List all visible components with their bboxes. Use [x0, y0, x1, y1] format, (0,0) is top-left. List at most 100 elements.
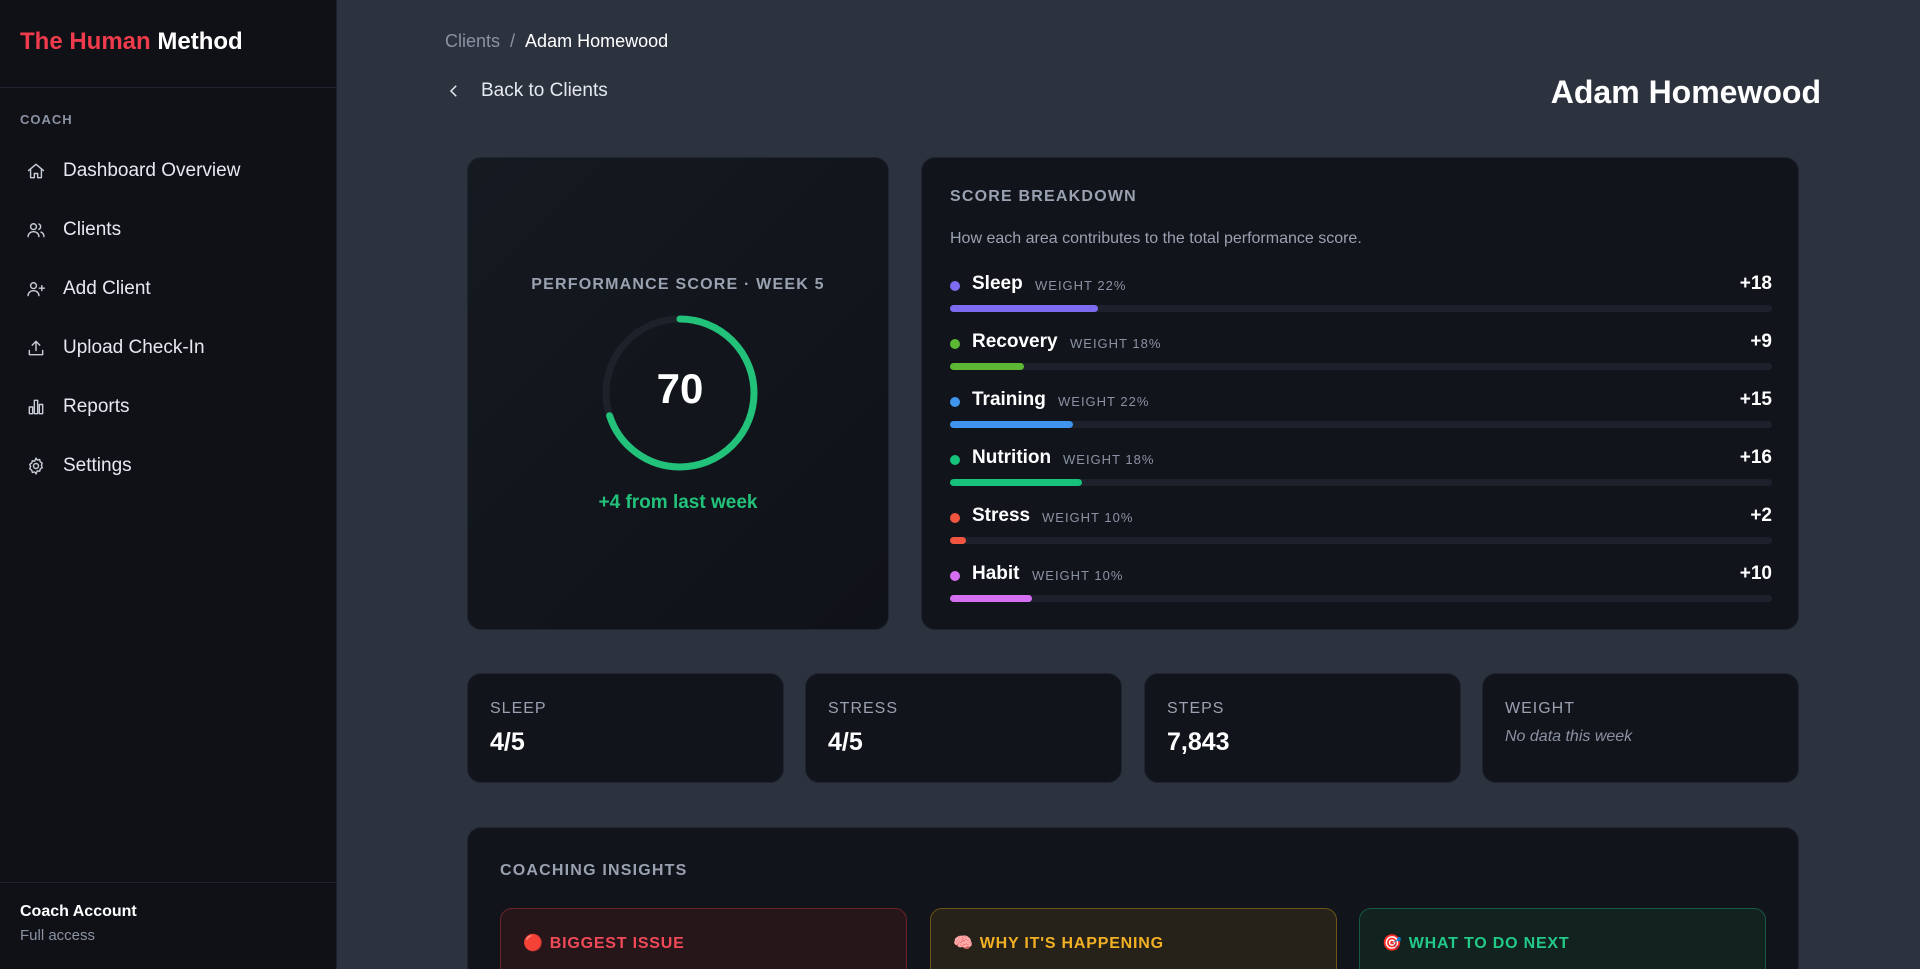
metric-value: 7,843: [1167, 728, 1230, 756]
breakdown-name: Training: [972, 389, 1046, 410]
breakdown-value: +15: [1739, 389, 1772, 410]
progress-track: [950, 363, 1772, 370]
insight-label: BIGGEST ISSUE: [549, 935, 685, 952]
sidebar-item-label: Upload Check-In: [63, 336, 205, 358]
insight-label: WHAT TO DO NEXT: [1408, 935, 1570, 952]
sidebar-item-settings[interactable]: Settings: [0, 436, 336, 495]
gear-icon: [29, 456, 43, 475]
breakdown-row-recovery: Recovery WEIGHT 18% +9: [950, 331, 1772, 389]
metric-label: WEIGHT: [1505, 700, 1575, 717]
brand-name: Method: [157, 28, 243, 55]
breakdown-row-nutrition: Nutrition WEIGHT 18% +16: [950, 447, 1772, 505]
back-to-clients-link[interactable]: Back to Clients: [445, 80, 608, 102]
sidebar-item-clients[interactable]: Clients: [0, 200, 336, 259]
breakdown-subtitle: How each area contributes to the total p…: [950, 230, 1362, 247]
metric-label: STEPS: [1167, 700, 1225, 717]
score-delta: +4 from last week: [598, 492, 758, 513]
back-label: Back to Clients: [481, 80, 608, 101]
sidebar-section-label: COACH: [20, 112, 73, 127]
breakdown-weight: WEIGHT 22%: [1035, 278, 1127, 293]
breakdown-row-training: Training WEIGHT 22% +15: [950, 389, 1772, 447]
insight-what-next[interactable]: 🎯 WHAT TO DO NEXT: [1359, 908, 1766, 969]
breakdown-name: Recovery: [972, 331, 1058, 352]
sidebar-item-label: Add Client: [63, 277, 151, 299]
legend-dot: [950, 455, 960, 465]
account-title: Coach Account: [20, 903, 137, 920]
legend-dot: [950, 339, 960, 349]
breakdown-name: Stress: [972, 505, 1031, 526]
sidebar-item-dashboard-overview[interactable]: Dashboard Overview: [0, 141, 336, 200]
breakdown-title: SCORE BREAKDOWN: [950, 188, 1137, 205]
legend-dot: [950, 513, 960, 523]
score-label: PERFORMANCE SCORE · WEEK 5: [531, 276, 825, 293]
breakdown-row-stress: Stress WEIGHT 10% +2: [950, 505, 1772, 563]
progress-track: [950, 421, 1772, 428]
legend-dot: [950, 571, 960, 581]
upload-icon: [28, 340, 44, 355]
coaching-insights-card: COACHING INSIGHTS 🔴 BIGGEST ISSUE 🧠 WHY IT…: [467, 827, 1799, 969]
bar-chart-icon: [28, 399, 44, 414]
progress-fill: [950, 537, 967, 544]
brand-name-accent: The Human: [20, 28, 151, 55]
progress-track: [950, 479, 1772, 486]
performance-score-card: PERFORMANCE SCORE · WEEK 5 70 +4 from la…: [467, 157, 889, 630]
score-value: 70: [656, 365, 704, 412]
metric-card-sleep: SLEEP 4/5: [467, 673, 784, 783]
insight-why-happening[interactable]: 🧠 WHY IT'S HAPPENING: [930, 908, 1337, 969]
sidebar-item-label: Reports: [63, 395, 130, 417]
sidebar-item-label: Dashboard Overview: [63, 159, 241, 181]
progress-track: [950, 305, 1772, 312]
breakdown-weight: WEIGHT 10%: [1042, 510, 1134, 525]
breadcrumb-current: Adam Homewood: [525, 31, 669, 51]
breakdown-value: +16: [1739, 447, 1772, 468]
insights-title: COACHING INSIGHTS: [500, 862, 688, 879]
breakdown-value: +9: [1750, 331, 1772, 352]
breakdown-name: Nutrition: [972, 447, 1052, 468]
legend-dot: [950, 281, 960, 291]
metric-card-stress: STRESS 4/5: [805, 673, 1122, 783]
breakdown-weight: WEIGHT 18%: [1063, 452, 1155, 467]
breakdown-weight: WEIGHT 18%: [1070, 336, 1162, 351]
progress-track: [950, 537, 1772, 544]
progress-fill: [950, 595, 1033, 602]
brand-logo[interactable]: The Human Method: [0, 0, 336, 88]
breakdown-row-sleep: Sleep WEIGHT 22% +18: [950, 273, 1772, 331]
red-circle-icon: 🔴: [523, 935, 544, 952]
legend-dot: [950, 397, 960, 407]
breadcrumb-separator: /: [510, 31, 516, 51]
insight-biggest-issue[interactable]: 🔴 BIGGEST ISSUE: [500, 908, 907, 969]
sidebar-item-reports[interactable]: Reports: [0, 377, 336, 436]
progress-fill: [950, 363, 1024, 370]
breadcrumb-parent[interactable]: Clients: [445, 31, 500, 51]
metric-label: SLEEP: [490, 700, 547, 717]
sidebar-item-label: Clients: [63, 218, 122, 240]
target-icon: 🎯: [1382, 935, 1403, 952]
chevron-left-icon: [449, 85, 457, 97]
page-title: Adam Homewood: [1550, 74, 1821, 110]
metric-value: 4/5: [490, 728, 525, 756]
home-icon: [27, 163, 45, 178]
account-subtitle: Full access: [20, 927, 96, 944]
breakdown-weight: WEIGHT 10%: [1032, 568, 1124, 583]
metric-label: STRESS: [828, 700, 899, 717]
metric-card-steps: STEPS 7,843: [1144, 673, 1461, 783]
breakdown-name: Habit: [972, 563, 1020, 584]
metric-empty-note: No data this week: [1505, 728, 1633, 745]
users-icon: [27, 222, 45, 237]
progress-fill: [950, 421, 1074, 428]
sidebar-item-upload-check-in[interactable]: Upload Check-In: [0, 318, 336, 377]
breakdown-row-habit: Habit WEIGHT 10% +10: [950, 563, 1772, 621]
sidebar-item-add-client[interactable]: Add Client: [0, 259, 336, 318]
score-breakdown-card: SCORE BREAKDOWN How each area contribute…: [921, 157, 1799, 630]
breadcrumb: Clients / Adam Homewood: [445, 31, 668, 52]
progress-fill: [950, 305, 1098, 312]
account-info[interactable]: Coach Account Full access: [0, 882, 337, 969]
sidebar-nav: Dashboard Overview Clients Add Client Up…: [0, 141, 336, 495]
metric-value: 4/5: [828, 728, 863, 756]
breakdown-name: Sleep: [972, 273, 1023, 294]
breakdown-value: +2: [1750, 505, 1772, 526]
progress-track: [950, 595, 1772, 602]
sidebar-item-label: Settings: [63, 454, 132, 476]
metric-card-weight: WEIGHT No data this week: [1482, 673, 1799, 783]
breakdown-list: Sleep WEIGHT 22% +18 Recovery WEIGHT 18% +9 Tr…: [950, 273, 1772, 621]
